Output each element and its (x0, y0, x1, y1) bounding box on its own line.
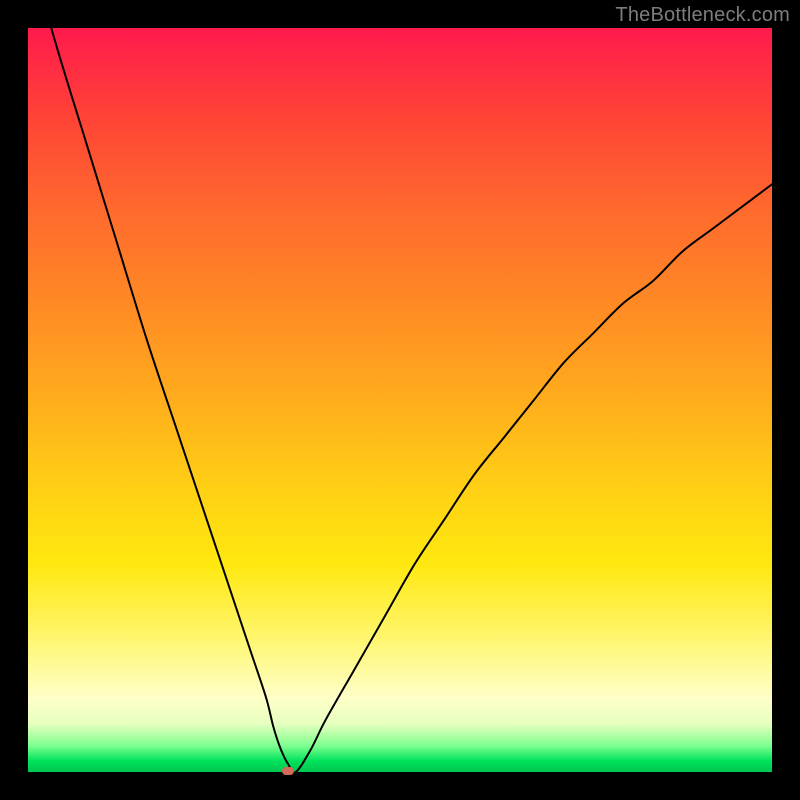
chart-plot-area (28, 28, 772, 772)
bottleneck-curve (28, 28, 772, 772)
optimal-point-marker (282, 767, 294, 775)
chart-frame: TheBottleneck.com (0, 0, 800, 800)
watermark-text: TheBottleneck.com (615, 4, 790, 27)
